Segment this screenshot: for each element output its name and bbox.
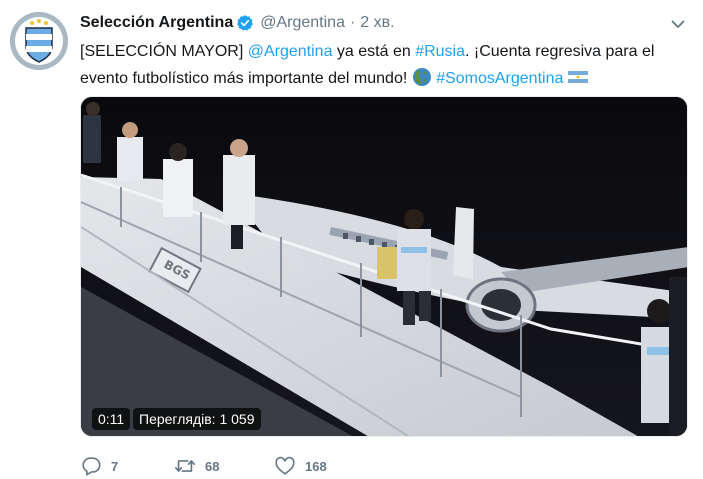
tweet-text: [SELECCIÓN MAYOR] @Argentina ya está en …	[80, 38, 680, 92]
reply-count: 7	[111, 458, 119, 474]
mention-link[interactable]: @Argentina	[248, 43, 333, 60]
chevron-down-icon	[671, 20, 685, 28]
retweet-button[interactable]: 68	[174, 452, 274, 479]
like-count: 168	[305, 458, 327, 474]
hashtag-link-rusia[interactable]: #Rusia	[415, 43, 465, 60]
tweet-header: Selección Argentina @Argentina · 2 хв.	[80, 12, 395, 34]
author-handle[interactable]: @Argentina	[260, 12, 345, 34]
video-views-badge: Переглядів: 1 059	[133, 408, 261, 430]
video-duration-badge: 0:11	[92, 408, 131, 430]
retweet-count: 68	[205, 458, 220, 474]
video-frame: BGS	[81, 97, 687, 436]
tweet-card[interactable]: Selección Argentina @Argentina · 2 хв. […	[0, 0, 703, 479]
retweet-icon	[175, 460, 195, 472]
tweet-text-part: ya está en	[332, 43, 416, 60]
reply-button[interactable]: 7	[80, 452, 174, 479]
tweet-text-prefix: [SELECCIÓN MAYOR]	[80, 43, 248, 60]
video-player[interactable]: BGS 0:11 Переглядів: 1 059	[80, 96, 688, 437]
reply-icon	[82, 457, 101, 476]
hashtag-link-somosargentina[interactable]: #SomosArgentina	[436, 70, 563, 87]
argentina-flag-icon	[567, 67, 588, 87]
tweet-timestamp[interactable]: 2 хв.	[360, 12, 394, 34]
like-button[interactable]: 168	[274, 452, 374, 479]
avatar[interactable]	[10, 12, 68, 70]
author-name[interactable]: Selección Argentina	[80, 12, 233, 34]
afa-crest-icon	[10, 12, 68, 70]
more-options-button[interactable]	[668, 14, 688, 34]
globe-americas-icon	[412, 67, 432, 87]
verified-badge-icon	[236, 14, 254, 32]
tweet-actions: 7 68 168	[80, 452, 374, 479]
heart-icon	[275, 456, 295, 475]
header-separator: ·	[349, 14, 356, 31]
